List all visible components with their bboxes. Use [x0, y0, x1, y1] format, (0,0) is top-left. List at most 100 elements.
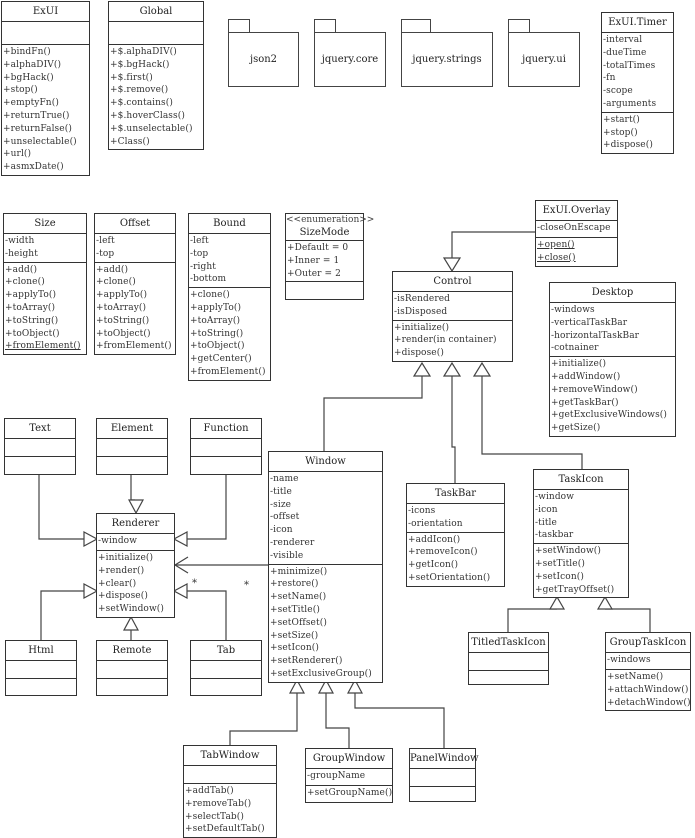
package-jquery-core[interactable]: jquery.core [314, 19, 386, 87]
arrowhead-taskbar-control [442, 361, 462, 377]
attributes-section: -left -top -right -bottom [189, 234, 270, 289]
method: +clear() [98, 578, 137, 589]
class-grouptaskicon[interactable]: GroupTaskIcon -windows +setName() +attac… [605, 632, 691, 712]
multiplicity-window-end: * [244, 580, 249, 591]
class-sizemode[interactable]: <<enumeration>> SizeMode +Default = 0 +I… [285, 213, 375, 301]
method: +toArray() [96, 302, 147, 313]
attribute: -width [5, 236, 35, 246]
class-panelwindow[interactable]: PanelWindow [409, 748, 479, 802]
method: +$.remove() [110, 85, 169, 96]
method: +addWindow() [551, 371, 621, 382]
class-name: Renderer [97, 514, 174, 534]
methods-section [191, 457, 261, 474]
class-element[interactable]: Element [96, 418, 168, 475]
class-exui-timer[interactable]: ExUI.Timer -interval -dueTime -totalTime… [601, 12, 674, 155]
method: +setRenderer() [270, 656, 343, 667]
class-offset[interactable]: Offset -left -top +add() +clone() +apply… [94, 213, 176, 356]
class-html[interactable]: Html [5, 640, 77, 696]
method: +fromElement() [96, 341, 172, 352]
attributes-section [191, 661, 261, 679]
edge-window-control [323, 376, 423, 451]
methods-section: +$.alphaDIV() +$.bgHack() +$.first() +$.… [109, 45, 203, 149]
class-name: Tab [191, 641, 261, 661]
method: +detachWindow() [607, 697, 691, 708]
method: +setDefaultTab() [185, 824, 265, 835]
method: +clone() [190, 290, 230, 301]
class-bound[interactable]: Bound -left -top -right -bottom +clone()… [188, 213, 271, 381]
class-name: Control [393, 272, 512, 292]
class-groupwindow[interactable]: GroupWindow -groupName +setGroupName() [305, 748, 393, 803]
enum-literal: +Inner = 1 [287, 255, 340, 266]
class-name: GroupTaskIcon [606, 633, 690, 653]
class-name: PanelWindow [410, 749, 479, 769]
class-tabwindow[interactable]: TabWindow +addTab() +removeTab() +select… [183, 745, 277, 838]
method: +setName() [270, 592, 327, 603]
class-text[interactable]: Text [4, 418, 76, 475]
method: +setName() [607, 672, 664, 682]
class-exui[interactable]: ExUI +bindFn() +alphaDIV() +bgHack() +st… [1, 1, 90, 176]
attribute: -right [190, 261, 216, 272]
class-name: TaskIcon [534, 470, 628, 490]
class-tab[interactable]: Tab [190, 640, 262, 696]
attributes-section [184, 766, 276, 784]
method: +setTitle() [270, 604, 320, 615]
static-method: +open() [537, 240, 575, 250]
attribute: -windows [551, 305, 595, 315]
attribute: -title [270, 486, 292, 497]
class-remote[interactable]: Remote [96, 640, 168, 696]
method: +attachWindow() [607, 684, 689, 695]
package-tab [508, 19, 530, 32]
class-name: Bound [189, 214, 270, 234]
package-json2[interactable]: json2 [228, 19, 299, 87]
method: +restore() [270, 579, 319, 590]
attributes-section: -window [97, 534, 174, 551]
methods-section [469, 671, 548, 688]
class-size[interactable]: Size -width -height +add() +clone() +app… [3, 213, 87, 356]
method: +$.first() [110, 72, 153, 83]
class-name: <<enumeration>> SizeMode [286, 214, 375, 241]
attributes-section: -isRendered -isDisposed [393, 292, 512, 321]
method: +bindFn() [3, 47, 51, 57]
class-titledtaskicon[interactable]: TitledTaskIcon [468, 632, 549, 685]
attribute: -left [96, 236, 115, 246]
edge-panelwindow-window [354, 693, 445, 748]
package-jquery-ui[interactable]: jquery.ui [508, 19, 580, 87]
method: +toObject() [96, 328, 151, 339]
class-function[interactable]: Function [190, 418, 262, 475]
class-name: Remote [97, 641, 167, 661]
method: +selectTab() [185, 811, 245, 822]
arrowhead-taskicon-control [472, 361, 492, 377]
edge-function-renderer [187, 470, 227, 540]
attributes-section [97, 439, 167, 457]
attribute: -icon [270, 525, 293, 536]
arrowhead-window-control [412, 361, 432, 377]
attribute: -totalTimes [603, 60, 656, 71]
edge-titledtaskicon-taskicon [507, 608, 557, 632]
static-method: +fromElement() [5, 341, 81, 352]
class-desktop[interactable]: Desktop -windows -verticalTaskBar -horiz… [549, 282, 676, 437]
method: +clone() [5, 277, 45, 288]
package-tab [228, 19, 250, 32]
attribute: -windows [607, 655, 651, 665]
methods-section [97, 679, 167, 696]
class-exui-overlay[interactable]: ExUI.Overlay -closeOnEscape +open() +clo… [535, 200, 618, 267]
enum-literal: +Default = 0 [287, 243, 349, 253]
class-name: TaskBar [407, 484, 504, 504]
method: +dispose() [603, 140, 653, 151]
class-taskbar[interactable]: TaskBar -icons -orientation +addIcon() +… [406, 483, 505, 587]
method: +getTaskBar() [551, 397, 619, 408]
class-renderer[interactable]: Renderer -window +initialize() +render()… [96, 513, 175, 618]
class-global[interactable]: Global +$.alphaDIV() +$.bgHack() +$.firs… [108, 1, 204, 151]
stereotype: <<enumeration>> [286, 215, 375, 225]
method: +setWindow() [535, 546, 601, 557]
package-jquery-strings[interactable]: jquery.strings [401, 19, 493, 87]
class-taskicon[interactable]: TaskIcon -window -icon -title -taskbar +… [533, 469, 629, 599]
method: +Class() [110, 136, 150, 147]
class-name: Offset [95, 214, 175, 234]
class-name: Element [97, 419, 167, 439]
method: +returnFalse() [3, 123, 72, 134]
class-window[interactable]: Window -name -title -size -offset -icon … [268, 451, 383, 683]
class-control[interactable]: Control -isRendered -isDisposed +initial… [392, 271, 513, 362]
method: +applyTo() [96, 290, 148, 301]
methods-section [191, 679, 261, 696]
